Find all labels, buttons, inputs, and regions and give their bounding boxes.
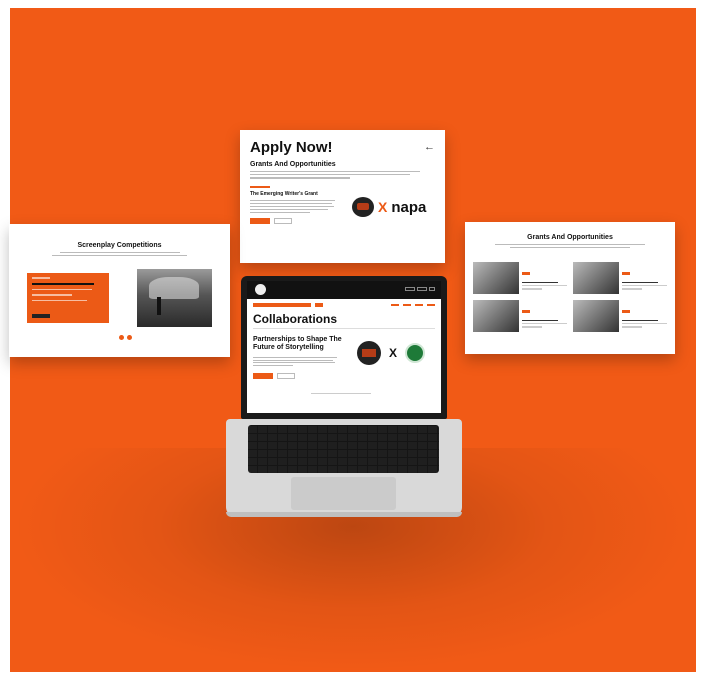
grant-image	[473, 300, 519, 332]
grant-description-lines	[250, 199, 335, 214]
nav-button[interactable]	[417, 287, 427, 291]
apply-section-title: Grants And Opportunities	[250, 161, 336, 168]
page-title: Collaborations	[253, 312, 338, 326]
apply-now-panel: Apply Now! ← Grants And Opportunities Th…	[240, 130, 445, 263]
carousel-dot[interactable]	[127, 335, 132, 340]
grant-item[interactable]	[573, 300, 667, 334]
grant-image	[573, 262, 619, 294]
apply-primary-button[interactable]	[250, 218, 270, 225]
grants-panel: Grants And Opportunities	[465, 222, 675, 354]
partner-x: X	[378, 199, 388, 215]
laptop-screen: Collaborations Partnerships to Shape The…	[247, 281, 441, 413]
nav-button[interactable]	[405, 287, 415, 291]
site-menu	[391, 304, 435, 306]
card-button[interactable]	[32, 314, 50, 318]
competition-image	[137, 269, 212, 327]
apply-secondary-button[interactable]	[274, 218, 292, 225]
search-button[interactable]	[315, 303, 323, 307]
apply-tag	[250, 185, 435, 189]
film-reel-logo	[357, 341, 381, 365]
napa-logo: napa	[391, 198, 427, 216]
menu-link[interactable]	[403, 304, 411, 306]
scroll-indicator	[311, 393, 371, 394]
laptop-keyboard	[248, 425, 439, 473]
grant-item[interactable]	[573, 262, 667, 296]
film-reel-logo	[352, 197, 374, 217]
screenplay-subtitle-lines	[19, 252, 220, 257]
grants-grid	[473, 262, 667, 334]
grant-item[interactable]	[473, 300, 567, 334]
divider	[253, 328, 435, 329]
screenplay-title: Screenplay Competitions	[77, 242, 162, 249]
collab-description-lines	[253, 355, 339, 367]
grant-item[interactable]	[473, 262, 567, 296]
collab-primary-button[interactable]	[253, 373, 273, 379]
partner-logos: X napa	[352, 197, 426, 217]
seal-logo	[405, 343, 426, 363]
site-logo[interactable]	[255, 284, 266, 295]
laptop-base-edge	[226, 512, 462, 517]
screenplay-panel: Screenplay Competitions	[9, 224, 230, 357]
competition-card[interactable]	[27, 273, 109, 323]
grants-subtitle-lines	[473, 244, 667, 249]
laptop-trackpad	[291, 477, 396, 510]
menu-link[interactable]	[427, 304, 435, 306]
carousel-dot[interactable]	[119, 335, 124, 340]
laptop-lid: Collaborations Partnerships to Shape The…	[241, 276, 447, 419]
grant-title: The Emerging Writer's Grant	[250, 190, 318, 197]
collab-heading: Partnerships to Shape The Future of Stor…	[253, 336, 342, 351]
menu-link[interactable]	[391, 304, 399, 306]
arrow-left-icon[interactable]: ←	[424, 141, 435, 153]
apply-title: Apply Now!	[250, 139, 333, 156]
grant-image	[573, 300, 619, 332]
partner-logos-screen: X	[357, 341, 426, 365]
menu-link[interactable]	[415, 304, 423, 306]
grant-image	[473, 262, 519, 294]
carousel-dots[interactable]	[119, 335, 132, 340]
search-bar[interactable]	[253, 303, 311, 307]
menu-icon[interactable]	[429, 287, 435, 291]
apply-intro-lines	[250, 171, 425, 179]
collab-secondary-button[interactable]	[277, 373, 295, 379]
grants-title: Grants And Opportunities	[527, 234, 613, 241]
site-navbar	[247, 281, 441, 299]
partner-x: X	[389, 346, 398, 360]
